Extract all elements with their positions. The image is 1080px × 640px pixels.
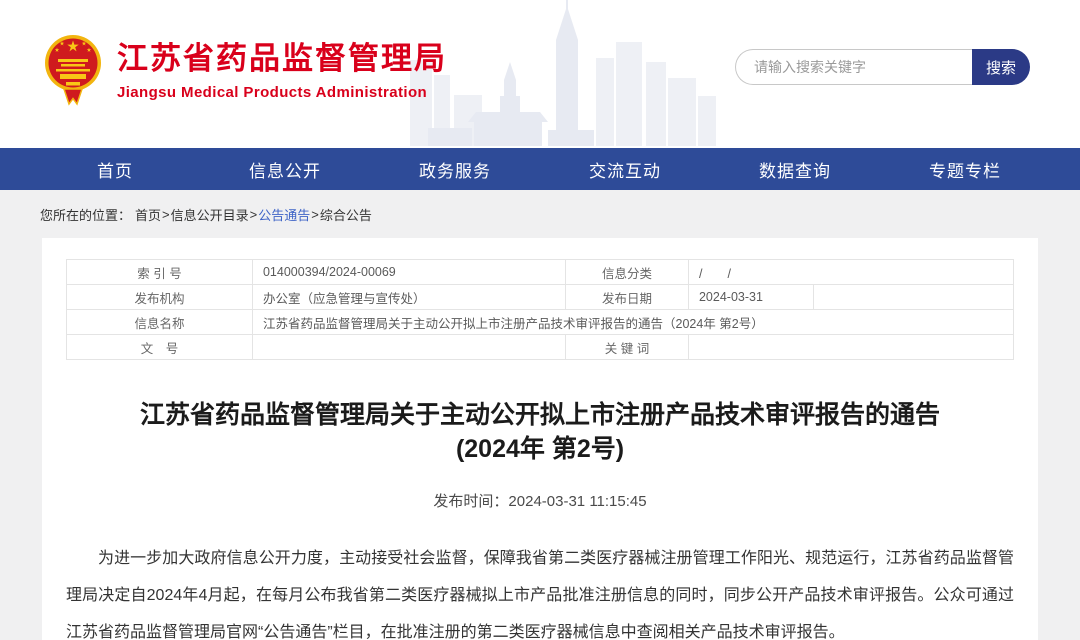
breadcrumb-info-catalog[interactable]: 信息公开目录 (171, 205, 249, 224)
nav-item-interaction[interactable]: 交流互动 (540, 148, 710, 190)
national-emblem-icon (44, 32, 102, 108)
nav-item-topics[interactable]: 专题专栏 (880, 148, 1050, 190)
article-title-line1: 江苏省药品监督管理局关于主动公开拟上市注册产品技术审评报告的通告 (42, 398, 1038, 432)
table-row: 发布机构 办公室（应急管理与宣传处） 发布日期 2024-03-31 (66, 285, 1013, 310)
index-number-value: 014000394/2024-00069 (252, 260, 565, 285)
publish-time: 发布时间：2024-03-31 11:15:45 (42, 490, 1038, 511)
publish-date-label: 发布日期 (565, 285, 688, 310)
city-skyline-graphic (408, 0, 718, 146)
breadcrumb-separator: > (311, 207, 319, 222)
nav-item-info[interactable]: 信息公开 (200, 148, 370, 190)
doc-number-value (252, 335, 565, 360)
site-header: 江苏省药品监督管理局 Jiangsu Medical Products Admi… (0, 0, 1080, 148)
empty-cell (813, 285, 1013, 310)
table-row: 信息名称 江苏省药品监督管理局关于主动公开拟上市注册产品技术审评报告的通告（20… (66, 310, 1013, 335)
brand-text: 江苏省药品监督管理局 Jiangsu Medical Products Admi… (117, 39, 447, 101)
breadcrumb-separator: > (250, 207, 258, 222)
search-input[interactable] (735, 49, 972, 85)
content-card: 索 引 号 014000394/2024-00069 信息分类 / / 发布机构… (42, 238, 1038, 640)
breadcrumb-notices[interactable]: 公告通告 (258, 205, 310, 224)
breadcrumb-prefix: 您所在的位置： (40, 205, 131, 224)
keyword-value (688, 335, 1013, 360)
breadcrumb: 您所在的位置： 首页 > 信息公开目录 > 公告通告 > 综合公告 (0, 190, 1080, 238)
article-title: 江苏省药品监督管理局关于主动公开拟上市注册产品技术审评报告的通告 (2024年 … (42, 398, 1038, 466)
site-logo[interactable]: 江苏省药品监督管理局 Jiangsu Medical Products Admi… (44, 32, 447, 108)
breadcrumb-general-notices[interactable]: 综合公告 (320, 205, 372, 224)
info-category-label: 信息分类 (565, 260, 688, 285)
breadcrumb-home[interactable]: 首页 (135, 205, 161, 224)
info-name-label: 信息名称 (66, 310, 252, 335)
nav-item-data-query[interactable]: 数据查询 (710, 148, 880, 190)
info-name-value: 江苏省药品监督管理局关于主动公开拟上市注册产品技术审评报告的通告（2024年 第… (252, 310, 1013, 335)
issuing-agency-value: 办公室（应急管理与宣传处） (252, 285, 565, 310)
publish-time-value: 2024-03-31 11:15:45 (508, 493, 646, 510)
nav-item-services[interactable]: 政务服务 (370, 148, 540, 190)
info-category-value: / / (688, 260, 1013, 285)
index-number-label: 索 引 号 (66, 260, 252, 285)
issuing-agency-label: 发布机构 (66, 285, 252, 310)
table-row: 索 引 号 014000394/2024-00069 信息分类 / / (66, 260, 1013, 285)
site-title: 江苏省药品监督管理局 (117, 39, 447, 79)
keyword-label: 关 键 词 (565, 335, 688, 360)
doc-number-label: 文 号 (66, 335, 252, 360)
main-nav: 首页 信息公开 政务服务 交流互动 数据查询 专题专栏 (0, 148, 1080, 190)
publish-time-label: 发布时间： (433, 493, 508, 510)
search-button[interactable]: 搜索 (972, 49, 1030, 85)
breadcrumb-separator: > (162, 207, 170, 222)
article-title-line2: (2024年 第2号) (42, 432, 1038, 466)
publish-date-value: 2024-03-31 (688, 285, 813, 310)
nav-item-home[interactable]: 首页 (30, 148, 200, 190)
site-title-english: Jiangsu Medical Products Administration (117, 84, 447, 101)
table-row: 文 号 关 键 词 (66, 335, 1013, 360)
document-meta-table: 索 引 号 014000394/2024-00069 信息分类 / / 发布机构… (66, 259, 1014, 360)
article-body: 为进一步加大政府信息公开力度，主动接受社会监督，保障我省第二类医疗器械注册管理工… (66, 540, 1014, 640)
search-bar: 搜索 (735, 49, 1030, 85)
